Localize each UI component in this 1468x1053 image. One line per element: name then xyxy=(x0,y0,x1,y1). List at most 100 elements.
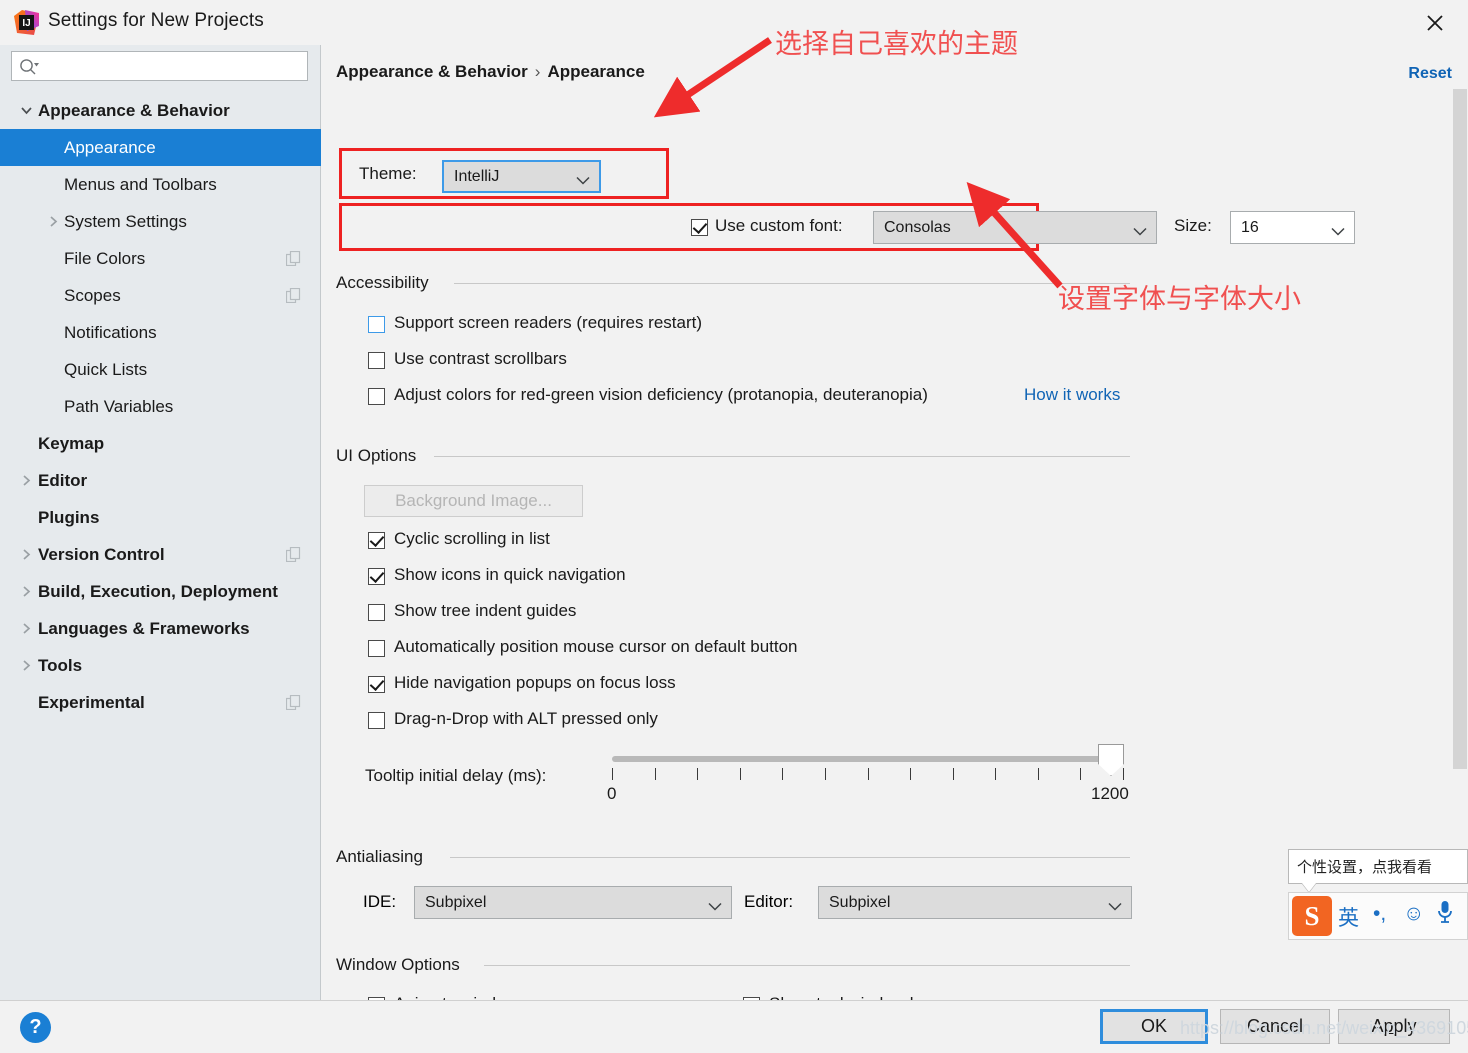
svg-text:IJ: IJ xyxy=(22,18,30,29)
sidebar-item-languages-frameworks[interactable]: Languages & Frameworks xyxy=(0,610,321,647)
sidebar-item-label: Version Control xyxy=(38,544,165,564)
sidebar-item-editor[interactable]: Editor xyxy=(0,462,321,499)
chevron-down-icon[interactable] xyxy=(18,103,34,119)
sidebar-item-label: Build, Execution, Deployment xyxy=(38,581,278,601)
chevron-down-icon xyxy=(1133,223,1147,236)
sidebar-item-system-settings[interactable]: System Settings xyxy=(0,203,321,240)
settings-tree: Appearance & Behavior Appearance Menus and… xyxy=(0,92,321,721)
auto-position-cursor-checkbox[interactable] xyxy=(368,640,385,657)
theme-label: Theme: xyxy=(359,164,417,183)
ime-tooltip[interactable]: 个性设置，点我看看 xyxy=(1288,849,1468,884)
antialiasing-divider xyxy=(450,857,1130,858)
cyclic-scrolling-checkbox[interactable] xyxy=(368,532,385,549)
how-it-works-link[interactable]: How it works xyxy=(1024,385,1120,405)
chevron-right-icon[interactable] xyxy=(18,658,34,674)
slider-tick xyxy=(739,768,741,780)
sidebar-item-label: File Colors xyxy=(64,248,146,268)
ide-antialiasing-value: Subpixel xyxy=(425,893,487,911)
sidebar-item-scopes[interactable]: Scopes xyxy=(0,277,321,314)
editor-antialiasing-label: Editor: xyxy=(744,892,794,911)
ime-microphone-icon[interactable] xyxy=(1436,899,1454,931)
search-box[interactable] xyxy=(11,51,308,81)
sidebar-item-build-execution-deployment[interactable]: Build, Execution, Deployment xyxy=(0,573,321,610)
sidebar-item-label: Path Variables xyxy=(64,396,174,416)
show-tree-indent-guides-checkbox[interactable] xyxy=(368,604,385,621)
support-screen-readers-checkbox[interactable] xyxy=(368,316,385,333)
ime-punctuation-icon[interactable]: •, xyxy=(1373,902,1386,926)
intellij-idea-logo-icon: IJ xyxy=(14,10,39,35)
drag-n-drop-alt-label: Drag-n-Drop with ALT pressed only xyxy=(394,709,658,728)
ui-options-divider xyxy=(434,456,1130,457)
breadcrumb-separator-icon: › xyxy=(534,62,541,81)
slider-tick xyxy=(654,768,656,780)
sidebar-item-label: Plugins xyxy=(38,507,100,527)
sidebar-item-label: Languages & Frameworks xyxy=(38,618,250,638)
ime-tooltip-arrow-icon xyxy=(1302,883,1316,892)
chevron-right-icon[interactable] xyxy=(45,214,61,230)
tooltip-delay-min: 0 xyxy=(607,784,617,803)
theme-annotation-text: 选择自己喜欢的主题 xyxy=(775,29,1018,59)
chevron-right-icon[interactable] xyxy=(18,547,34,563)
ide-antialiasing-select[interactable]: Subpixel xyxy=(414,886,732,919)
ide-antialiasing-label: IDE: xyxy=(363,892,397,911)
sidebar-item-experimental[interactable]: Experimental xyxy=(0,684,321,721)
hide-nav-popups-checkbox[interactable] xyxy=(368,676,385,693)
hide-nav-popups-label: Hide navigation popups on focus loss xyxy=(394,673,676,692)
sidebar-item-label: Keymap xyxy=(38,433,105,453)
chevron-down-icon xyxy=(708,898,722,911)
antialiasing-section-title: Antialiasing xyxy=(336,847,423,866)
sidebar-item-quick-lists[interactable]: Quick Lists xyxy=(0,351,321,388)
custom-font-select[interactable]: Consolas xyxy=(873,211,1157,244)
help-question-icon[interactable]: ? xyxy=(20,1012,51,1043)
sogou-logo-icon[interactable]: S xyxy=(1292,896,1332,936)
window-title: Settings for New Projects xyxy=(48,10,264,31)
sidebar-item-notifications[interactable]: Notifications xyxy=(0,314,321,351)
sidebar-item-menus-and-toolbars[interactable]: Menus and Toolbars xyxy=(0,166,321,203)
accessibility-section-title: Accessibility xyxy=(336,273,429,292)
chevron-down-icon xyxy=(1108,898,1122,911)
chevron-right-icon[interactable] xyxy=(18,621,34,637)
drag-n-drop-alt-checkbox[interactable] xyxy=(368,712,385,729)
sidebar-item-plugins[interactable]: Plugins xyxy=(0,499,321,536)
search-icon xyxy=(19,58,39,76)
use-contrast-scrollbars-checkbox[interactable] xyxy=(368,352,385,369)
sidebar-item-tools[interactable]: Tools xyxy=(0,647,321,684)
slider-tick xyxy=(910,768,912,780)
chevron-right-icon[interactable] xyxy=(18,473,34,489)
use-custom-font-checkbox[interactable] xyxy=(691,219,708,236)
ui-options-section-title: UI Options xyxy=(336,446,417,465)
sidebar-item-appearance-behavior[interactable]: Appearance & Behavior xyxy=(0,92,321,129)
search-input[interactable] xyxy=(44,52,304,80)
font-size-select[interactable]: 16 xyxy=(1230,211,1355,244)
close-icon[interactable] xyxy=(1420,8,1450,38)
sidebar-item-keymap[interactable]: Keymap xyxy=(0,425,321,462)
accessibility-divider xyxy=(454,283,1130,284)
project-scope-badge-icon xyxy=(285,250,301,267)
tooltip-delay-slider-ticks xyxy=(612,768,1124,782)
support-screen-readers-label: Support screen readers (requires restart… xyxy=(394,313,703,332)
sidebar-item-label: Appearance xyxy=(64,137,156,157)
reset-link[interactable]: Reset xyxy=(1408,65,1452,83)
content-scrollbar-thumb[interactable] xyxy=(1453,89,1467,769)
cyclic-scrolling-label: Cyclic scrolling in list xyxy=(394,529,550,548)
project-scope-badge-icon xyxy=(285,546,301,563)
sidebar-item-appearance[interactable]: Appearance xyxy=(0,129,321,166)
watermark: https://blog.csdn.net/weixin_43691058 xyxy=(1180,1018,1468,1038)
editor-antialiasing-select[interactable]: Subpixel xyxy=(818,886,1132,919)
sidebar-item-path-variables[interactable]: Path Variables xyxy=(0,388,321,425)
ime-language-mode[interactable]: 英 xyxy=(1338,902,1359,932)
theme-select[interactable]: IntelliJ xyxy=(442,160,601,193)
sidebar-item-file-colors[interactable]: File Colors xyxy=(0,240,321,277)
background-image-button[interactable]: Background Image... xyxy=(364,485,583,517)
ime-emoji-icon[interactable]: ☺ xyxy=(1403,902,1424,926)
slider-tick xyxy=(697,768,699,780)
tooltip-delay-slider-track[interactable] xyxy=(612,756,1124,762)
adjust-colors-deficiency-checkbox[interactable] xyxy=(368,388,385,405)
sidebar-item-label: Editor xyxy=(38,470,88,490)
chevron-right-icon[interactable] xyxy=(18,584,34,600)
tooltip-delay-label: Tooltip initial delay (ms): xyxy=(365,766,547,785)
sidebar-item-version-control[interactable]: Version Control xyxy=(0,536,321,573)
breadcrumb-root[interactable]: Appearance & Behavior xyxy=(336,62,528,81)
settings-sidebar: Appearance & Behavior Appearance Menus and… xyxy=(0,45,321,1000)
show-icons-quick-nav-checkbox[interactable] xyxy=(368,568,385,585)
